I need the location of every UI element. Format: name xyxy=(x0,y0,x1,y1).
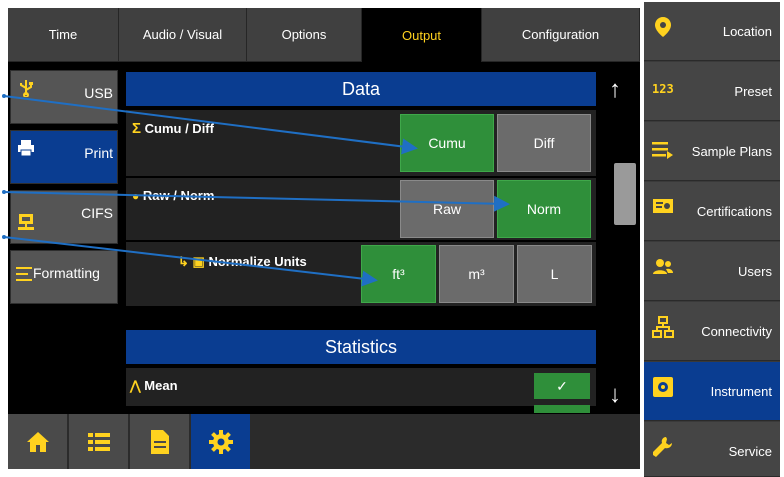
settings-button[interactable] xyxy=(191,414,251,469)
raw-norm-label: ● Raw / Norm xyxy=(132,188,215,203)
formatting-list-icon xyxy=(16,267,32,281)
units-icon: ▣ xyxy=(192,254,205,269)
submenu-item-usb[interactable]: USB xyxy=(10,70,118,124)
submenu-item-cifs[interactable]: CIFS xyxy=(10,190,118,244)
tab-time[interactable]: Time xyxy=(8,8,119,62)
tab-options[interactable]: Options xyxy=(247,8,362,62)
norm-button[interactable]: Norm xyxy=(497,180,591,238)
tab-audio-visual[interactable]: Audio / Visual xyxy=(119,8,247,62)
nav-users[interactable]: Users xyxy=(644,242,780,301)
cumu-button[interactable]: Cumu xyxy=(400,114,494,172)
network-icon xyxy=(652,316,674,338)
nav-service[interactable]: Service xyxy=(644,422,780,477)
nav-sample-plans[interactable]: Sample Plans xyxy=(644,122,780,181)
home-icon xyxy=(26,431,49,452)
location-pin-icon xyxy=(655,17,671,37)
diff-button[interactable]: Diff xyxy=(497,114,591,172)
callout-dot-3 xyxy=(2,235,6,239)
nav-location[interactable]: Location xyxy=(644,2,780,61)
data-section-header: Data xyxy=(126,72,596,106)
list-icon xyxy=(87,432,110,451)
scrollbar-thumb[interactable] xyxy=(614,163,636,225)
statistics-section-header: Statistics xyxy=(126,330,596,364)
tab-configuration[interactable]: Configuration xyxy=(482,8,640,62)
wrench-icon xyxy=(653,437,672,457)
submenu-item-print[interactable]: Print xyxy=(10,130,118,184)
next-row-checkbox-partial[interactable] xyxy=(534,405,590,413)
list-arrow-icon xyxy=(652,142,673,159)
nav-preset[interactable]: 123 Preset xyxy=(644,62,780,121)
unit-m3-button[interactable]: m³ xyxy=(439,245,514,303)
top-tab-bar: Time Audio / Visual Options Output Confi… xyxy=(8,8,640,62)
mean-chart-icon: ⋀ xyxy=(130,378,141,393)
printer-icon xyxy=(18,140,34,157)
screen: Time Audio / Visual Options Output Confi… xyxy=(0,0,784,477)
callout-dot-2 xyxy=(2,190,6,194)
document-icon xyxy=(150,429,169,454)
normalize-units-label: ↳ ▣ Normalize Units xyxy=(178,254,307,269)
unit-l-button[interactable]: L xyxy=(517,245,592,303)
submenu-item-formatting[interactable]: Formatting xyxy=(10,250,118,304)
nav-connectivity[interactable]: Connectivity xyxy=(644,302,780,361)
nav-instrument[interactable]: Instrument xyxy=(644,362,780,421)
network-drive-icon xyxy=(18,214,34,230)
home-button[interactable] xyxy=(8,414,68,469)
sigma-icon: Σ xyxy=(132,120,142,137)
callout-dot-1 xyxy=(2,94,6,98)
certificate-icon xyxy=(653,199,673,213)
list-button[interactable] xyxy=(69,414,129,469)
instrument-icon xyxy=(653,377,673,397)
usb-icon xyxy=(20,80,33,97)
scroll-up-button[interactable]: ↑ xyxy=(600,75,630,105)
mean-row: ⋀ Mean xyxy=(126,368,596,406)
123-icon: 123 xyxy=(652,82,674,96)
mean-checkbox[interactable]: ✓ xyxy=(534,373,590,399)
raw-button[interactable]: Raw xyxy=(400,180,494,238)
raw-norm-icon: ● xyxy=(132,189,140,203)
mean-label: ⋀ Mean xyxy=(130,378,178,393)
gear-icon xyxy=(208,429,233,454)
users-icon xyxy=(653,259,673,274)
sub-arrow-icon: ↳ xyxy=(178,254,189,269)
nav-certifications[interactable]: Certifications xyxy=(644,182,780,241)
scroll-down-button[interactable]: ↓ xyxy=(600,380,630,410)
cumu-diff-label: Σ Cumu / Diff xyxy=(132,120,214,137)
unit-ft3-button[interactable]: ft³ xyxy=(361,245,436,303)
tab-output[interactable]: Output xyxy=(362,8,482,62)
document-button[interactable] xyxy=(130,414,190,469)
